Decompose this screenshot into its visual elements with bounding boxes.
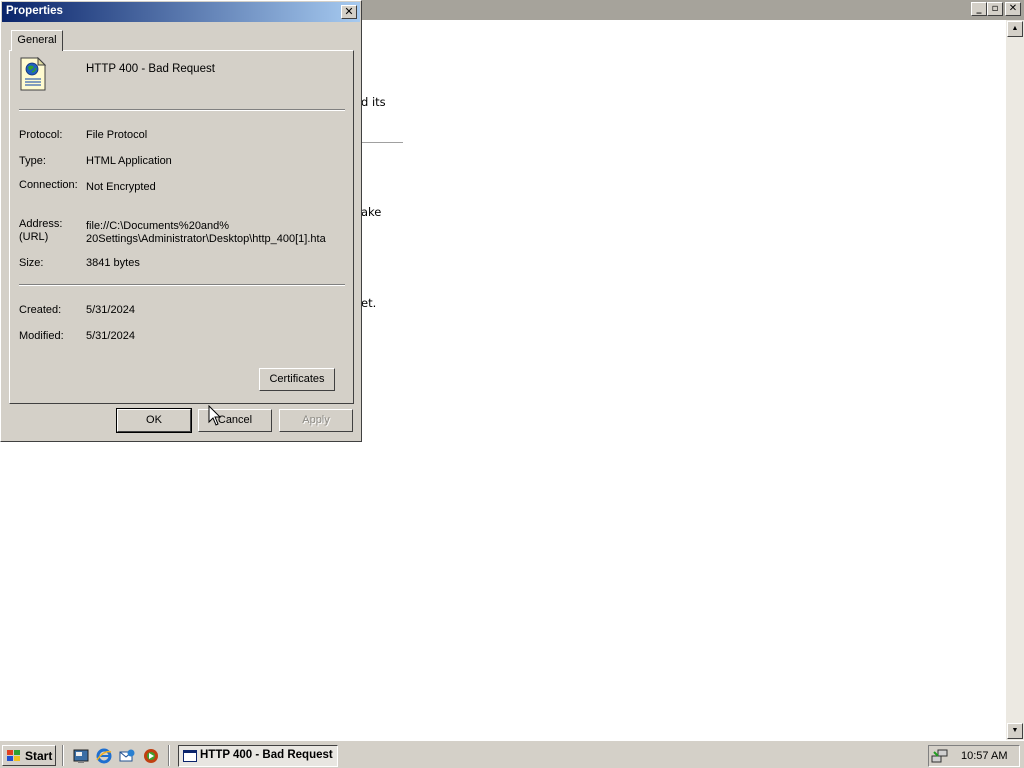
clock[interactable]: 10:57 AM [961, 750, 1007, 762]
certificates-button[interactable]: Certificates [259, 368, 335, 391]
connection-label: Connection: [19, 179, 78, 191]
start-label: Start [25, 749, 53, 763]
tab-general[interactable]: General [11, 30, 63, 51]
type-value: HTML Application [86, 155, 172, 167]
window-icon [183, 750, 197, 762]
separator [19, 284, 345, 286]
page-text-fragment: et. [361, 296, 377, 310]
apply-button[interactable]: Apply [279, 409, 353, 432]
file-name: HTTP 400 - Bad Request [86, 63, 215, 75]
protocol-value: File Protocol [86, 129, 148, 141]
separator [19, 109, 345, 111]
page-text-fragment: d its [361, 95, 386, 109]
type-label: Type: [19, 155, 46, 167]
created-value: 5/31/2024 [86, 304, 135, 316]
connection-value: Not Encrypted [86, 181, 156, 193]
dialog-title: Properties [6, 5, 63, 17]
taskbar-button-http-400[interactable]: HTTP 400 - Bad Request [178, 745, 338, 767]
dialog-close-button[interactable]: ✕ [341, 5, 357, 19]
properties-dialog: Properties ✕ General HTTP 400 - Bad Requ… [0, 0, 362, 442]
address-label: Address: [19, 218, 63, 230]
address-value-line2: 20Settings\Administrator\Desktop\http_40… [86, 233, 326, 245]
internet-explorer-icon[interactable] [96, 748, 112, 764]
restore-button[interactable]: ▫ [987, 2, 1003, 16]
taskbar-button-label: HTTP 400 - Bad Request [200, 749, 333, 761]
scroll-down-button[interactable]: ▼ [1007, 723, 1023, 739]
media-player-icon[interactable] [143, 748, 159, 764]
taskbar: Start HTTP 400 - Bad Request 10:57 AM [0, 740, 1024, 768]
mouse-pointer-icon [208, 405, 222, 426]
dialog-titlebar[interactable]: Properties ✕ [2, 2, 360, 22]
outlook-express-icon[interactable] [119, 748, 135, 764]
toolbar-divider [168, 745, 170, 766]
minimize-button[interactable]: _ [971, 2, 987, 16]
toolbar-divider [62, 745, 64, 766]
modified-value: 5/31/2024 [86, 330, 135, 342]
address-url-label: (URL) [19, 231, 49, 243]
size-label: Size: [19, 257, 44, 269]
html-document-icon [20, 57, 46, 91]
start-button[interactable]: Start [2, 745, 56, 766]
show-desktop-icon[interactable] [73, 748, 89, 764]
network-connection-icon[interactable] [931, 748, 949, 764]
scroll-up-button[interactable]: ▲ [1007, 21, 1023, 37]
address-value-line1: file://C:\Documents%20and% [86, 220, 230, 232]
modified-label: Modified: [19, 330, 64, 342]
system-tray: 10:57 AM [928, 745, 1020, 767]
protocol-label: Protocol: [19, 129, 63, 141]
windows-logo-icon [7, 750, 20, 761]
vertical-scrollbar[interactable]: ▲ ▼ [1006, 20, 1024, 740]
ok-button[interactable]: OK [116, 408, 192, 433]
window-close-button[interactable]: ✕ [1005, 2, 1021, 16]
size-value: 3841 bytes [86, 257, 140, 269]
created-label: Created: [19, 304, 62, 316]
page-text-fragment: ake [361, 205, 382, 219]
